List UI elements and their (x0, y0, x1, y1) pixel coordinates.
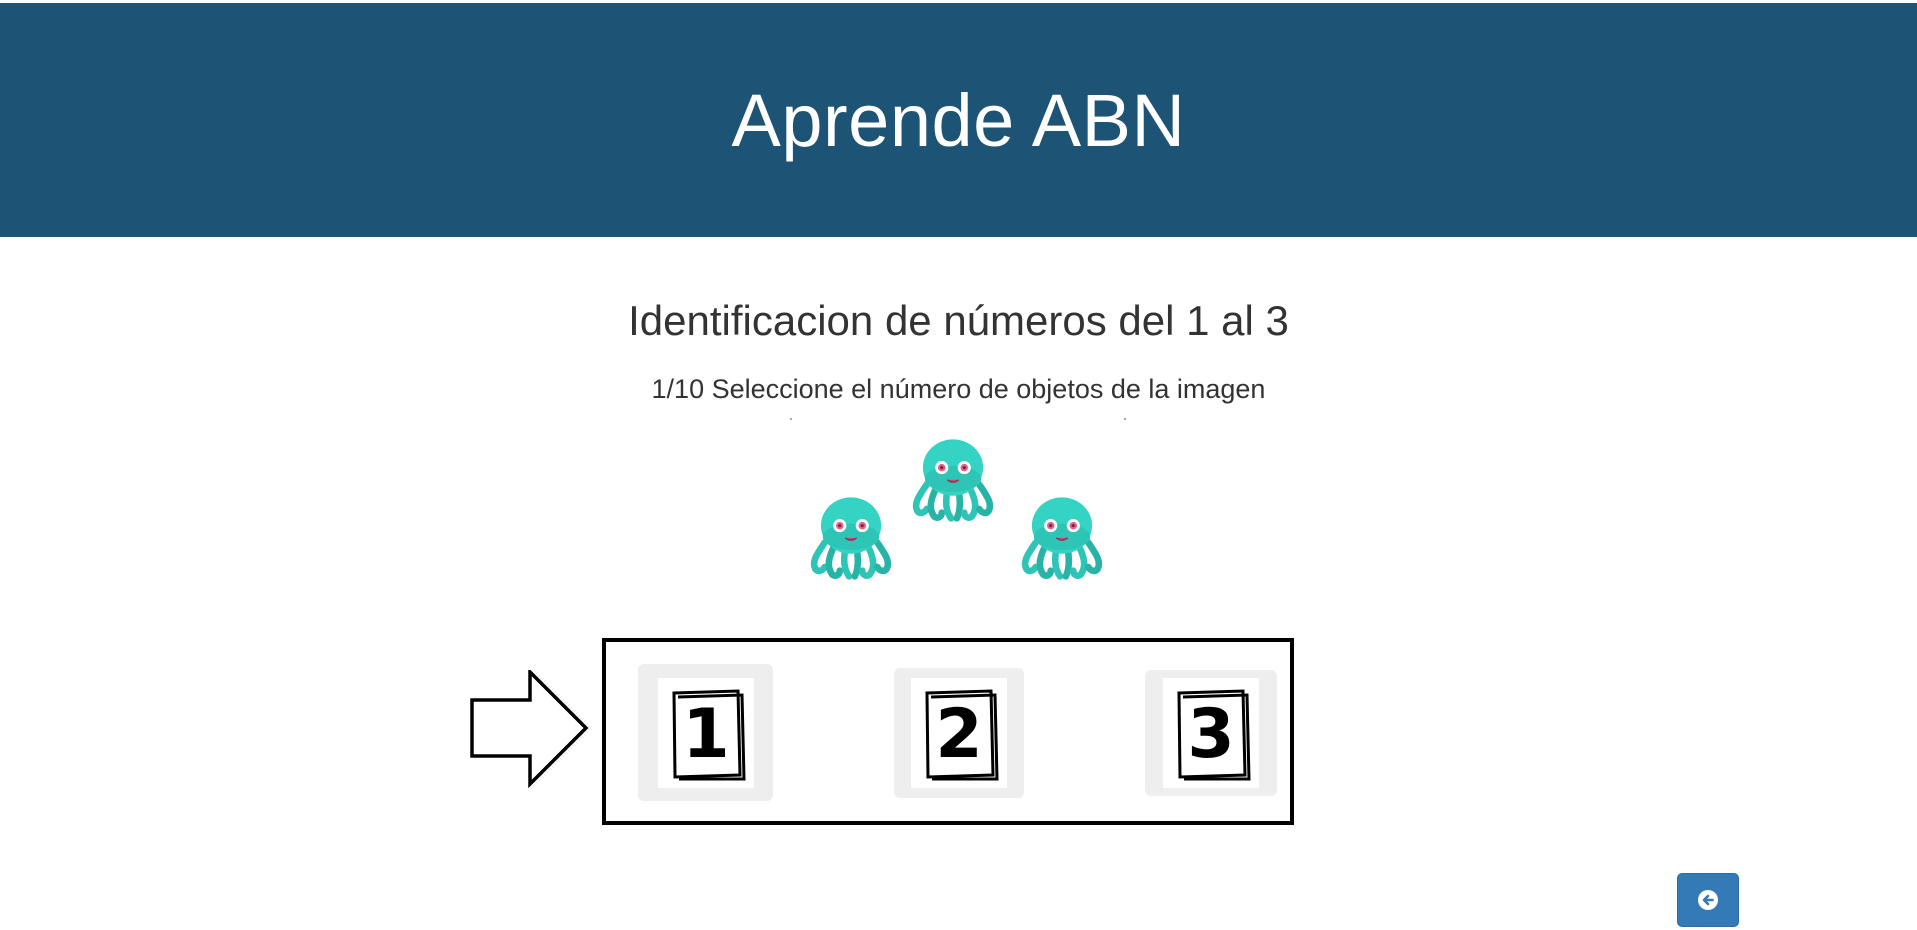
answer-options-box: 1 2 3 (602, 638, 1294, 825)
octopus-icon (906, 430, 1000, 524)
exercise-title: Identificacion de números del 1 al 3 (628, 297, 1289, 344)
number-card: 2 (911, 678, 1007, 788)
exercise-instruction: 1/10 Seleccione el número de objetos de … (651, 374, 1266, 404)
divider-dot (790, 418, 792, 420)
number-card-frame: 2 (925, 689, 999, 781)
arrow-left-circle-icon (1698, 890, 1718, 910)
divider-dot (1124, 418, 1126, 420)
octopus-icon (1015, 488, 1109, 582)
number-card-frame: 3 (1177, 689, 1251, 781)
option-number: 2 (935, 695, 982, 774)
option-1[interactable]: 1 (638, 664, 773, 801)
back-button[interactable] (1677, 873, 1739, 927)
octopus-icon (804, 488, 898, 582)
arrow-right-icon (470, 670, 589, 789)
option-3[interactable]: 3 (1145, 670, 1277, 796)
number-card-frame: 1 (671, 688, 746, 780)
number-card: 3 (1163, 678, 1259, 788)
app-header: Aprende ABN (0, 3, 1917, 237)
app-title: Aprende ABN (731, 78, 1186, 162)
option-number: 3 (1187, 695, 1234, 774)
option-number: 1 (682, 695, 729, 774)
number-card: 1 (657, 677, 754, 788)
option-2[interactable]: 2 (894, 668, 1024, 798)
